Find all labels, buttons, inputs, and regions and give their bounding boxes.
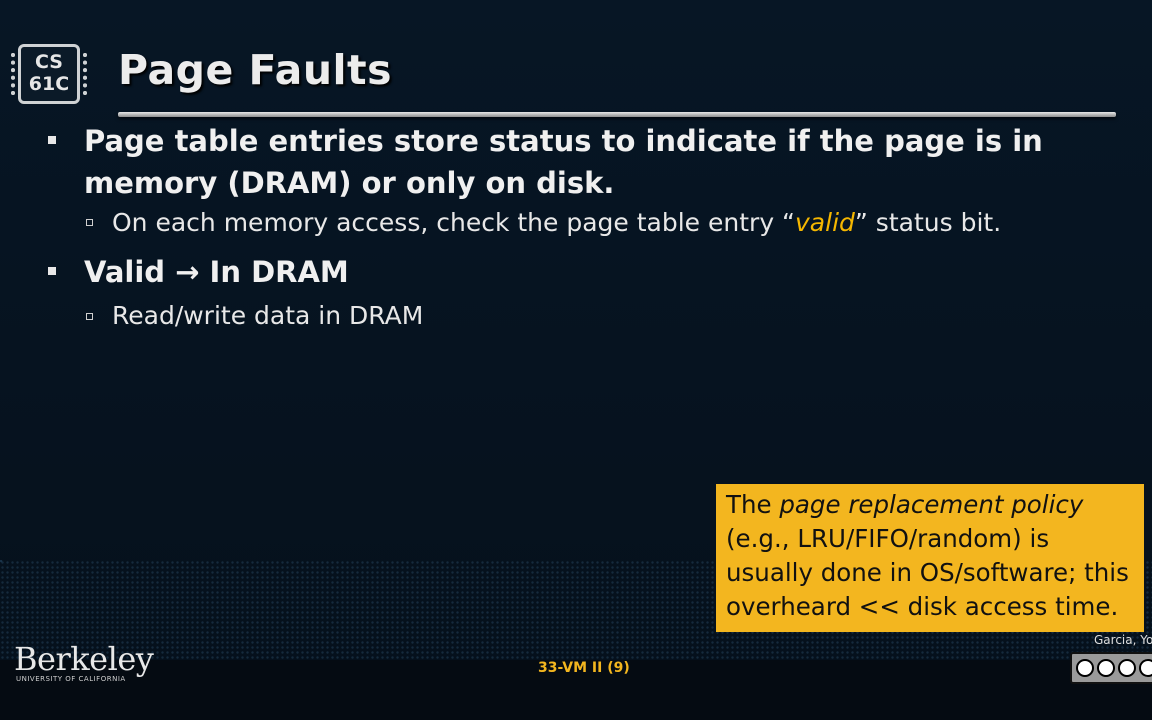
bullet-page-table-status: Page table entries store status to indic… <box>84 124 1043 200</box>
sub-bullet-read-write: Read/write data in DRAM <box>112 301 424 330</box>
cs61c-logo-text: CS 61C <box>28 51 70 95</box>
page-replacement-callout: The page replacement policy (e.g., LRU/F… <box>716 484 1144 632</box>
author-credit: Garcia, Yo <box>1094 633 1152 647</box>
slide-number: 33-VM II (9) <box>538 660 630 676</box>
creative-commons-badge <box>1070 652 1152 684</box>
callout-emphasis: page replacement policy <box>779 490 1084 519</box>
sub-bullet-valid-check: On each memory access, check the page ta… <box>112 208 1002 237</box>
title-divider <box>118 112 1116 117</box>
valid-highlight: valid <box>795 208 855 237</box>
by-icon <box>1097 659 1115 677</box>
berkeley-logo: Berkeley <box>14 640 154 678</box>
slide-title: Page Faults <box>118 46 393 94</box>
bullet-valid-in-dram: Valid → In DRAM <box>84 255 349 289</box>
cs61c-logo: CS 61C <box>11 44 87 104</box>
bullet-marker <box>48 267 56 275</box>
sub-bullet-marker <box>86 313 93 320</box>
berkeley-logo-subtitle: UNIVERSITY OF CALIFORNIA <box>16 675 126 683</box>
bullet-marker <box>48 136 56 144</box>
nc-icon <box>1118 659 1136 677</box>
sa-icon <box>1139 659 1152 677</box>
sub-bullet-marker <box>86 219 93 226</box>
cc-icon <box>1076 659 1094 677</box>
